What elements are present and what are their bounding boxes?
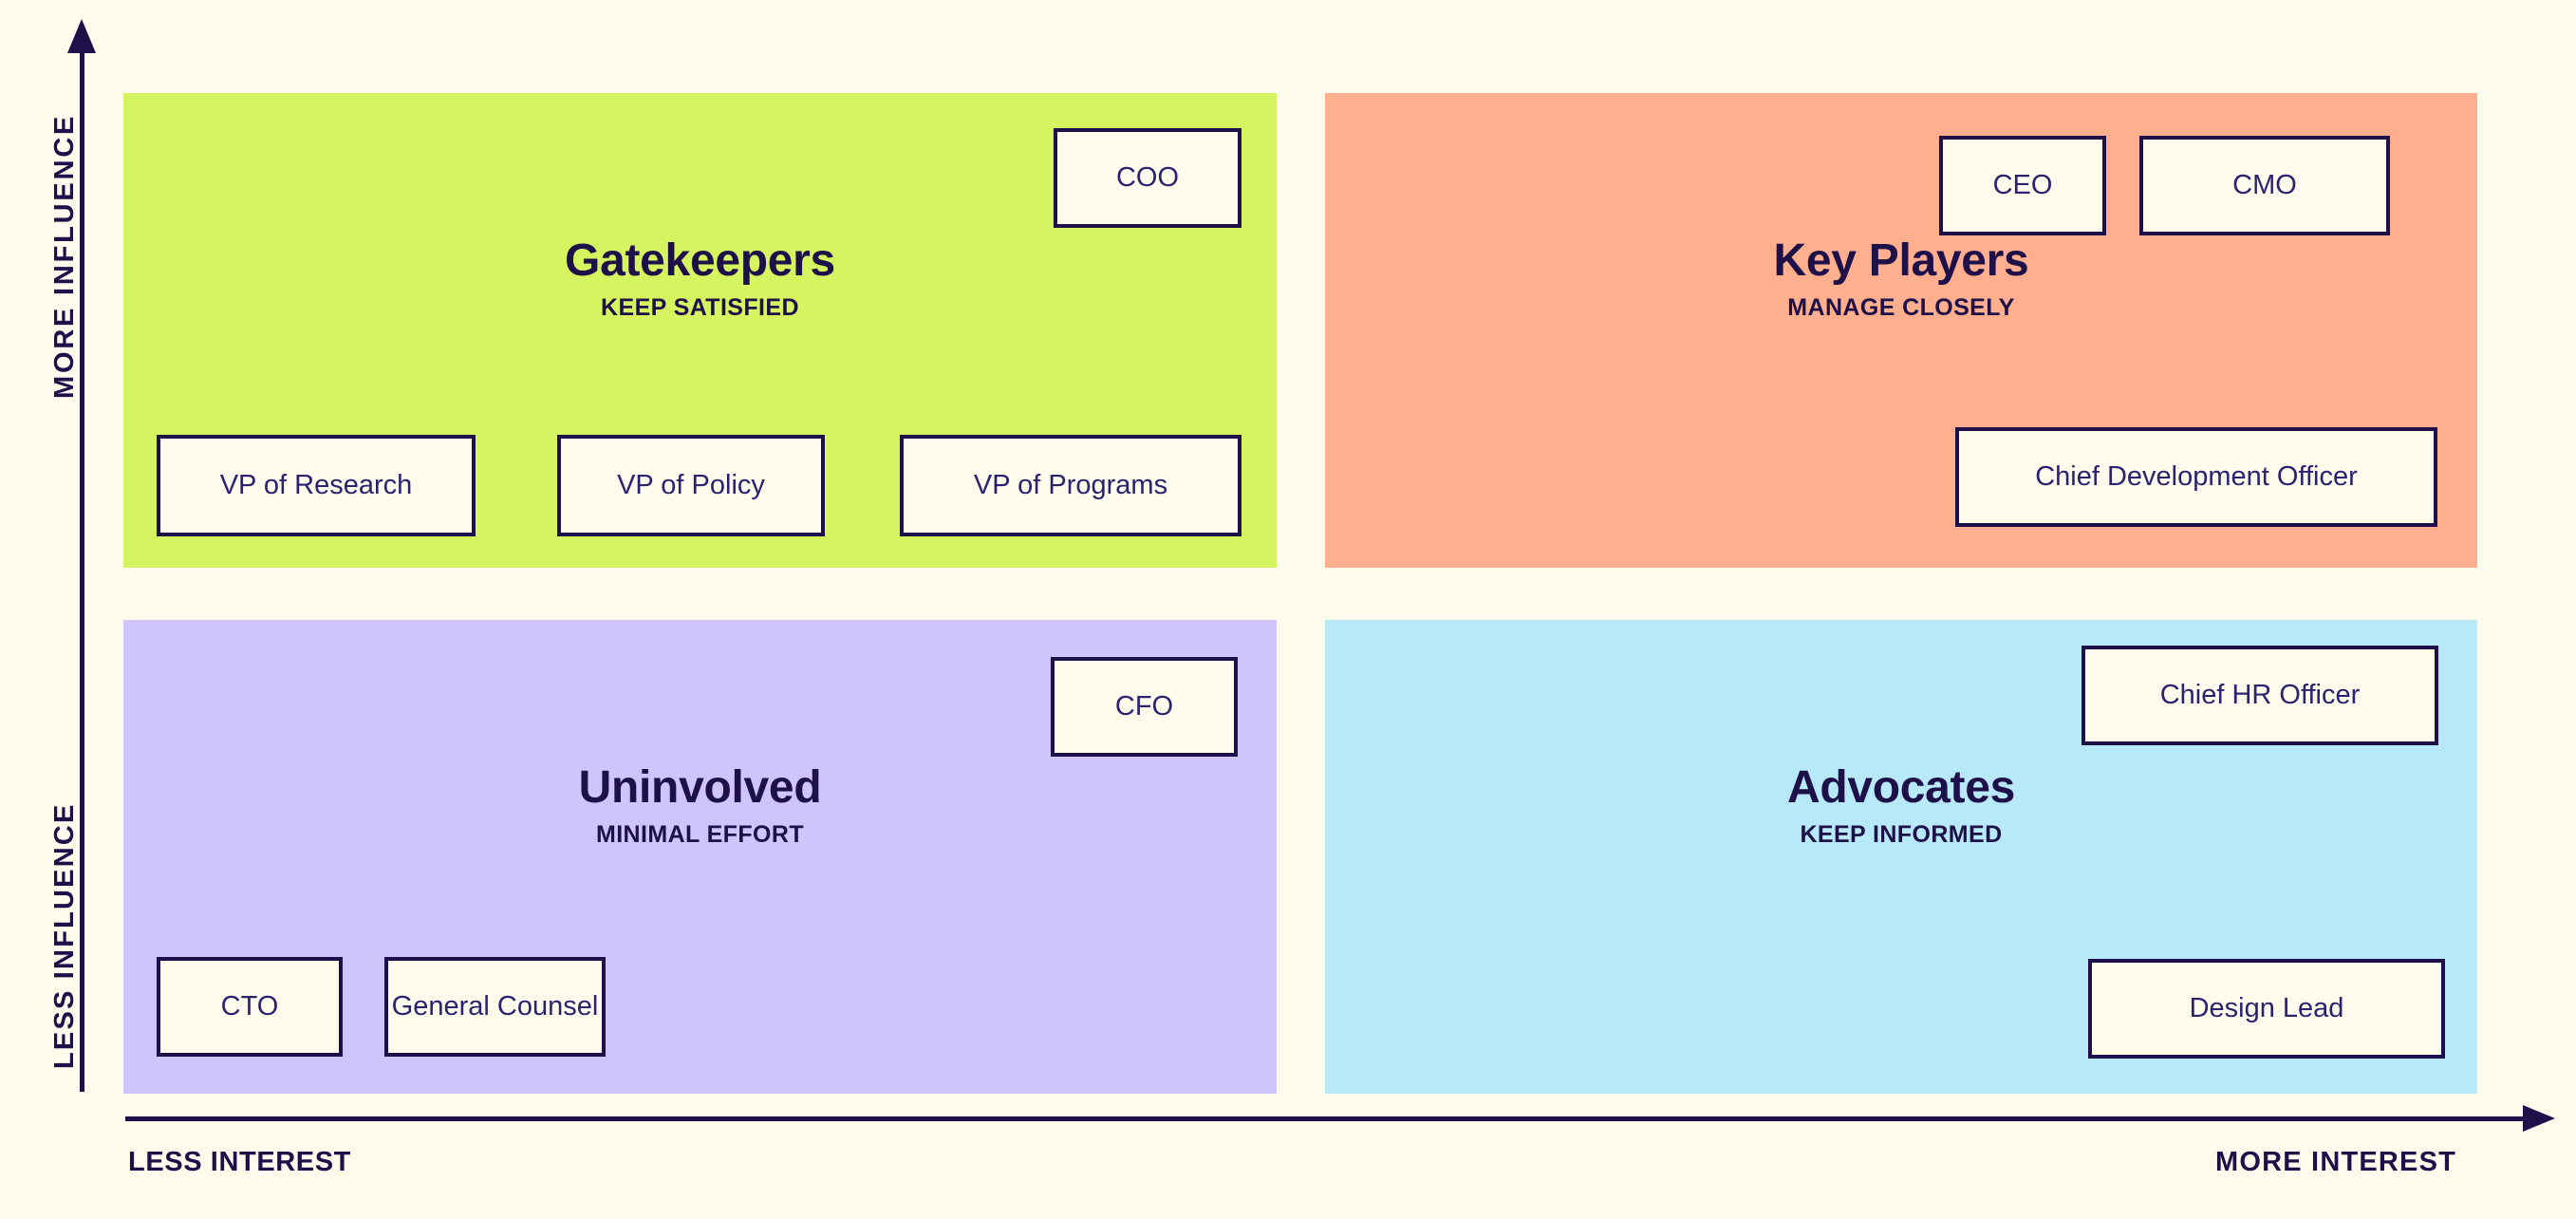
stakeholder-card-chief-development-officer[interactable]: Chief Development Officer — [1955, 427, 2437, 527]
stakeholder-card-ceo[interactable]: CEO — [1939, 136, 2106, 235]
stakeholder-card-cfo[interactable]: CFO — [1051, 657, 1238, 757]
quadrant-subtitle-advocates: KEEP INFORMED — [1800, 821, 2003, 849]
arrow-right-icon — [2523, 1105, 2555, 1132]
stakeholder-card-vp-of-programs[interactable]: VP of Programs — [900, 435, 1241, 536]
x-axis-label-more-interest: MORE INTEREST — [2215, 1147, 2457, 1177]
quadrant-subtitle-uninvolved: MINIMAL EFFORT — [595, 821, 804, 849]
x-axis-line — [125, 1116, 2527, 1121]
y-axis-label-more-influence: MORE INFLUENCE — [49, 113, 80, 399]
stakeholder-card-chief-hr-officer[interactable]: Chief HR Officer — [2081, 646, 2438, 745]
stakeholder-matrix-canvas: MORE INFLUENCE LESS INFLUENCE LESS INTER… — [0, 0, 2576, 1219]
quadrant-subtitle-gatekeepers: KEEP SATISFIED — [601, 294, 799, 322]
quadrant-title-gatekeepers: Gatekeepers — [565, 235, 835, 286]
quadrant-subtitle-key-players: MANAGE CLOSELY — [1787, 294, 2015, 322]
stakeholder-card-vp-of-research[interactable]: VP of Research — [157, 435, 476, 536]
stakeholder-card-cto[interactable]: CTO — [157, 957, 343, 1057]
y-axis-label-less-influence: LESS INFLUENCE — [49, 802, 80, 1069]
stakeholder-card-vp-of-policy[interactable]: VP of Policy — [557, 435, 825, 536]
quadrant-title-key-players: Key Players — [1773, 235, 2029, 286]
stakeholder-card-coo[interactable]: COO — [1054, 128, 1241, 228]
stakeholder-card-cmo[interactable]: CMO — [2139, 136, 2390, 235]
stakeholder-card-general-counsel[interactable]: General Counsel — [384, 957, 606, 1057]
quadrant-title-advocates: Advocates — [1786, 762, 2016, 813]
x-axis-label-less-interest: LESS INTEREST — [128, 1147, 351, 1177]
quadrant-title-uninvolved: Uninvolved — [578, 762, 822, 813]
arrow-up-icon — [67, 19, 96, 53]
stakeholder-card-design-lead[interactable]: Design Lead — [2088, 959, 2445, 1059]
